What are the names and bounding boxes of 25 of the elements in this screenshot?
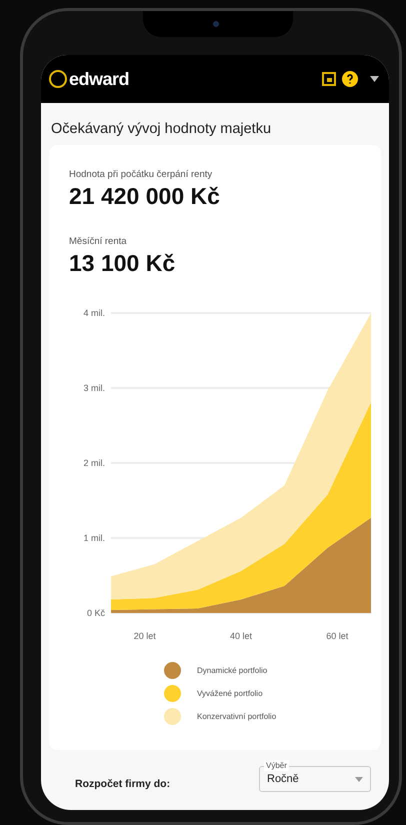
legend-label: Vyvážené portfolio: [197, 689, 263, 698]
logo-ring-icon: [49, 70, 67, 88]
y-tick-label: 1 mil.: [83, 533, 105, 543]
x-tick-label: 40 let: [230, 631, 252, 641]
stat-value: 21 420 000 Kč: [69, 183, 221, 210]
calculator-icon[interactable]: [322, 72, 336, 86]
stat-label: Hodnota při počátku čerpání renty: [69, 169, 214, 180]
legend-label: Konzervativní portfolio: [197, 712, 276, 721]
stat-label: Měsíční renta: [69, 236, 128, 247]
x-tick-label: 60 let: [326, 631, 348, 641]
y-tick-label: 3 mil.: [83, 383, 105, 393]
caret-icon[interactable]: [370, 76, 379, 82]
x-tick-label: 20 let: [134, 631, 156, 641]
period-select[interactable]: Výběr Ročně: [259, 760, 371, 792]
caret-icon: [355, 776, 363, 782]
camera-icon: [213, 21, 219, 27]
help-icon[interactable]: [342, 71, 358, 87]
logo-text: edward: [69, 68, 130, 90]
y-tick-label: 4 mil.: [83, 308, 105, 318]
budget-label: Rozpočet firmy do:: [75, 778, 170, 790]
stat-value: 13 100 Kč: [69, 250, 176, 277]
y-tick-label: 2 mil.: [83, 458, 105, 468]
page-title: Očekávaný vývoj hodnoty majetku: [50, 120, 272, 139]
legend-label: Dynamické portfolio: [197, 666, 268, 675]
y-tick-label: 0 Kč: [86, 608, 105, 618]
